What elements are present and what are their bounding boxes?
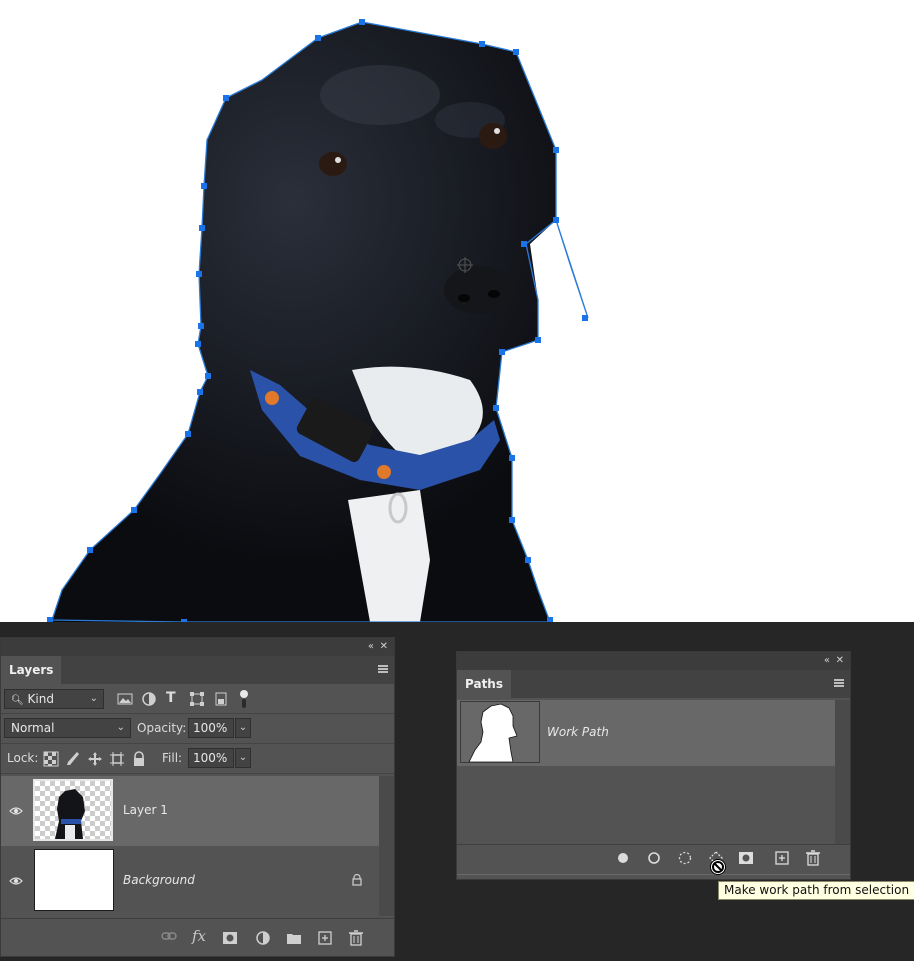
fx-icon[interactable]: fx	[192, 927, 206, 945]
layers-panel: « ✕ Layers 🔍︎ Kind ⌄ T Normal ⌄ Opacity:…	[0, 637, 395, 957]
blend-mode-select[interactable]: Normal ⌄	[4, 718, 131, 738]
shape-filter-icon[interactable]	[189, 691, 205, 707]
smart-object-filter-icon[interactable]	[213, 691, 229, 707]
layer-thumbnail	[34, 849, 114, 911]
tab-layers[interactable]: Layers	[1, 656, 62, 684]
chevron-down-icon: ⌄	[89, 693, 98, 704]
lock-label: Lock:	[7, 751, 39, 765]
stroke-path-icon[interactable]	[646, 850, 662, 866]
dog-image	[47, 19, 589, 622]
folder-icon[interactable]	[286, 930, 302, 946]
chevron-down-icon: ⌄	[116, 722, 125, 733]
dog-thumbnail	[55, 789, 85, 839]
paths-tabbar: Paths	[457, 670, 850, 698]
trash-icon[interactable]	[348, 930, 364, 946]
filter-kind-select[interactable]: 🔍︎ Kind ⌄	[4, 689, 104, 709]
lock-image-pixels-icon[interactable]	[65, 751, 81, 767]
filter-toggle-icon[interactable]	[239, 689, 249, 709]
panel-menu-icon[interactable]	[834, 679, 844, 687]
paths-scrollbar[interactable]	[835, 700, 850, 844]
fill-path-icon[interactable]	[615, 850, 631, 866]
layer-name[interactable]: Background	[123, 873, 195, 887]
add-mask-icon[interactable]	[738, 850, 754, 866]
image-filter-icon[interactable]	[117, 691, 133, 707]
opacity-value: 100%	[193, 721, 228, 735]
layer-row-layer-1[interactable]: Layer 1	[1, 776, 379, 846]
not-allowed-cursor-icon	[710, 859, 726, 875]
path-silhouette	[468, 703, 518, 763]
lock-icon[interactable]	[351, 874, 363, 886]
divider	[1, 713, 394, 714]
lock-all-icon[interactable]	[131, 751, 147, 767]
tab-paths[interactable]: Paths	[457, 670, 511, 698]
filter-kind-value: Kind	[27, 692, 54, 706]
lock-position-icon[interactable]	[87, 751, 103, 767]
layers-scrollbar[interactable]	[379, 776, 394, 916]
panel-header: « ✕	[1, 638, 394, 656]
visibility-eye-icon[interactable]	[9, 804, 23, 818]
document-canvas[interactable]	[0, 0, 914, 622]
paths-panel: « ✕ Paths Work Path	[456, 651, 851, 880]
layers-tabbar: Layers	[1, 656, 394, 684]
close-icon[interactable]: ✕	[380, 640, 388, 654]
opacity-input[interactable]: 100% ⌄	[188, 718, 251, 738]
filter-row: 🔍︎ Kind ⌄ T	[1, 686, 394, 712]
divider	[1, 918, 394, 919]
blend-mode-value: Normal	[11, 721, 55, 735]
adjustment-filter-icon[interactable]	[141, 691, 157, 707]
lock-artboard-icon[interactable]	[109, 751, 125, 767]
collapse-icon[interactable]: «	[368, 640, 374, 654]
layer-name[interactable]: Layer 1	[123, 803, 168, 817]
panel-menu-icon[interactable]	[378, 665, 388, 673]
search-icon: 🔍︎	[11, 695, 24, 706]
divider	[1, 773, 394, 774]
fill-input[interactable]: 100% ⌄	[188, 748, 251, 768]
new-layer-icon[interactable]	[317, 930, 333, 946]
divider	[1, 743, 394, 744]
lock-row: Lock: Fill: 100% ⌄	[1, 746, 394, 772]
blend-row: Normal ⌄ Opacity: 100% ⌄	[1, 716, 394, 742]
fill-value: 100%	[193, 751, 228, 765]
opacity-label: Opacity:	[137, 721, 187, 735]
path-row-work-path[interactable]: Work Path	[457, 700, 835, 766]
link-icon[interactable]	[161, 928, 177, 944]
trash-icon[interactable]	[805, 850, 821, 866]
tooltip: Make work path from selection	[718, 881, 914, 900]
layer-thumbnail	[33, 779, 113, 841]
chevron-down-icon[interactable]: ⌄	[235, 718, 251, 738]
panel-header: « ✕	[457, 652, 850, 670]
collapse-icon[interactable]: «	[824, 654, 830, 668]
new-path-icon[interactable]	[774, 850, 790, 866]
close-icon[interactable]: ✕	[836, 654, 844, 668]
panel-resize-bar[interactable]	[457, 874, 850, 875]
chevron-down-icon[interactable]: ⌄	[235, 748, 251, 768]
path-thumbnail	[460, 701, 540, 763]
layer-row-background[interactable]: Background	[1, 846, 379, 916]
divider	[457, 844, 850, 845]
adjustment-icon[interactable]	[255, 930, 271, 946]
type-filter-icon[interactable]: T	[166, 688, 176, 708]
visibility-eye-icon[interactable]	[9, 874, 23, 888]
load-selection-icon[interactable]	[677, 850, 693, 866]
lock-transparent-pixels-icon[interactable]	[43, 751, 59, 767]
path-name[interactable]: Work Path	[547, 725, 609, 739]
mask-icon[interactable]	[222, 930, 238, 946]
fill-label: Fill:	[162, 751, 183, 765]
